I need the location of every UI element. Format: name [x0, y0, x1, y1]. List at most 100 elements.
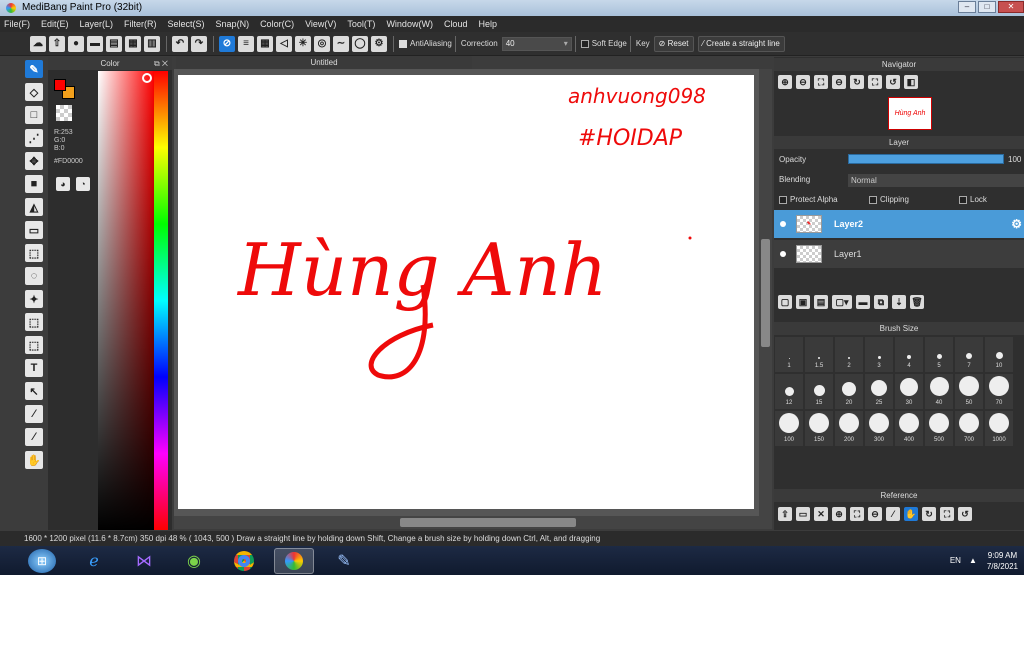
- ellipse-ruler-icon[interactable]: ◯: [352, 35, 368, 52]
- duplicate-layer-icon[interactable]: ⧉: [874, 295, 888, 309]
- antialiasing-checkbox[interactable]: [399, 39, 407, 48]
- fit-icon[interactable]: ⛶: [814, 75, 828, 89]
- chrome-icon[interactable]: [224, 548, 264, 574]
- close-reference-icon[interactable]: ✕: [814, 507, 828, 521]
- soft-edge-checkbox[interactable]: [580, 39, 589, 48]
- brush-size-option[interactable]: 500: [924, 410, 954, 447]
- brush-size-option[interactable]: 100: [774, 410, 804, 447]
- medibang-taskbar-icon[interactable]: [274, 547, 314, 574]
- brush-size-option[interactable]: 150: [804, 410, 834, 447]
- drawing-canvas[interactable]: Hùng Anh anhvuong098 #HOIDAP: [178, 75, 754, 509]
- redo-icon[interactable]: ↷: [191, 35, 207, 52]
- protect-alpha-checkbox[interactable]: [779, 195, 787, 204]
- ref-rotate-icon[interactable]: ↻: [922, 507, 936, 521]
- saturation-value-picker[interactable]: [98, 71, 154, 530]
- ref-hand-icon[interactable]: ✋: [904, 507, 918, 521]
- blending-select[interactable]: Normal: [848, 174, 1024, 187]
- menu-tool[interactable]: Tool(T): [347, 19, 375, 29]
- opacity-slider[interactable]: [848, 154, 1004, 164]
- comment-icon[interactable]: ●: [68, 35, 84, 52]
- layout-icon[interactable]: ▥: [144, 35, 160, 52]
- cloud-icon[interactable]: ☁: [30, 35, 46, 52]
- clipping-option[interactable]: Clipping: [869, 195, 909, 204]
- lock-checkbox[interactable]: [959, 195, 967, 204]
- new-halftone-layer-icon[interactable]: ▣: [796, 295, 810, 309]
- correction-select[interactable]: 40: [501, 36, 572, 51]
- fullscreen-icon[interactable]: ⛶: [868, 75, 882, 89]
- brush-tool-icon[interactable]: ✎: [25, 60, 43, 78]
- visibility-icon[interactable]: [780, 251, 786, 257]
- horizontal-scrollbar[interactable]: [174, 516, 772, 529]
- brush-size-option[interactable]: 25: [864, 373, 894, 410]
- ref-fit-icon[interactable]: ⛶: [850, 507, 864, 521]
- layer-row[interactable]: ✎ Layer2 ⚙: [774, 210, 1024, 238]
- brush-size-option[interactable]: 50: [954, 373, 984, 410]
- brush-size-option[interactable]: 300: [864, 410, 894, 447]
- menu-layer[interactable]: Layer(L): [80, 19, 114, 29]
- brush-size-option[interactable]: 1000: [984, 410, 1014, 447]
- select-tool-icon[interactable]: ⬚: [25, 244, 43, 262]
- antialiasing-toggle[interactable]: AntiAliasing: [399, 39, 452, 48]
- concentric-ruler-icon[interactable]: ◎: [314, 35, 330, 52]
- eyedropper-tool-icon[interactable]: ⁄: [25, 428, 43, 446]
- protect-alpha-option[interactable]: Protect Alpha: [779, 195, 838, 204]
- rotate-icon[interactable]: ↻: [850, 75, 864, 89]
- navigator-thumbnail[interactable]: Hùng Anh: [888, 97, 932, 130]
- language-indicator[interactable]: EN: [950, 556, 961, 565]
- radial-ruler-icon[interactable]: ✳: [295, 35, 311, 52]
- delete-layer-icon[interactable]: 🗑: [910, 295, 924, 309]
- parallel-ruler-icon[interactable]: ≡: [238, 35, 254, 52]
- brush-size-option[interactable]: 15: [804, 373, 834, 410]
- hand-tool-icon[interactable]: ✋: [25, 451, 43, 469]
- select-eraser-tool-icon[interactable]: ⬚: [25, 336, 43, 354]
- visual-studio-icon[interactable]: ⋈: [124, 548, 164, 574]
- tray-expand-icon[interactable]: ▲: [969, 556, 977, 565]
- ref-fullscreen-icon[interactable]: ⛶: [940, 507, 954, 521]
- app-icon[interactable]: ◉: [174, 548, 214, 574]
- menu-select[interactable]: Select(S): [168, 19, 205, 29]
- brush-size-option[interactable]: 3: [864, 336, 894, 373]
- no-ruler-icon[interactable]: ⊘: [219, 35, 235, 52]
- color-mixer-icon[interactable]: ◔: [76, 177, 90, 191]
- new-8bit-layer-icon[interactable]: ▤: [814, 295, 828, 309]
- zoom-reset-icon[interactable]: ⊖: [832, 75, 846, 89]
- start-button[interactable]: ⊞: [28, 548, 56, 573]
- palette-icon[interactable]: ◕: [56, 177, 70, 191]
- menu-cloud[interactable]: Cloud: [444, 19, 468, 29]
- rotate-reset-icon[interactable]: ↺: [886, 75, 900, 89]
- menu-view[interactable]: View(V): [305, 19, 336, 29]
- pages-icon[interactable]: ▦: [125, 35, 141, 52]
- menu-color[interactable]: Color(C): [260, 19, 294, 29]
- panel-close-icon[interactable]: ⧉ ✕: [154, 57, 168, 70]
- zoom-out-icon[interactable]: ⊖: [796, 75, 810, 89]
- dot-tool-icon[interactable]: ⋰: [25, 129, 43, 147]
- ref-flip-icon[interactable]: ↺: [958, 507, 972, 521]
- hue-slider[interactable]: [154, 71, 168, 530]
- brush-size-option[interactable]: 1.5: [804, 336, 834, 373]
- brush-size-option[interactable]: 7: [954, 336, 984, 373]
- brush-size-option[interactable]: 10: [984, 336, 1014, 373]
- brush-size-option[interactable]: 30: [894, 373, 924, 410]
- ref-zoom-in-icon[interactable]: ⊕: [832, 507, 846, 521]
- share-icon[interactable]: ⇧: [49, 35, 65, 52]
- document-tab[interactable]: Untitled: [176, 56, 472, 69]
- grid-ruler-icon[interactable]: ▦: [257, 35, 273, 52]
- clock[interactable]: 9:09 AM 7/8/2021: [987, 550, 1018, 572]
- maximize-button[interactable]: □: [978, 1, 996, 13]
- vertical-scroll-thumb[interactable]: [761, 239, 770, 347]
- internet-explorer-icon[interactable]: ℯ: [74, 548, 114, 574]
- gradient-tool-icon[interactable]: ▭: [25, 221, 43, 239]
- menu-snap[interactable]: Snap(N): [216, 19, 250, 29]
- visibility-icon[interactable]: [780, 221, 786, 227]
- menu-filter[interactable]: Filter(R): [124, 19, 157, 29]
- divide-tool-icon[interactable]: ⁄: [25, 405, 43, 423]
- brush-size-option[interactable]: 700: [954, 410, 984, 447]
- bucket-tool-icon[interactable]: ◭: [25, 198, 43, 216]
- foreground-color-swatch[interactable]: [54, 79, 66, 91]
- brush-size-option[interactable]: 5: [924, 336, 954, 373]
- brush-size-option[interactable]: 12: [774, 373, 804, 410]
- magic-wand-tool-icon[interactable]: ✦: [25, 290, 43, 308]
- rectangle-tool-icon[interactable]: □: [25, 106, 43, 124]
- brush-size-option[interactable]: 400: [894, 410, 924, 447]
- menu-edit[interactable]: Edit(E): [41, 19, 69, 29]
